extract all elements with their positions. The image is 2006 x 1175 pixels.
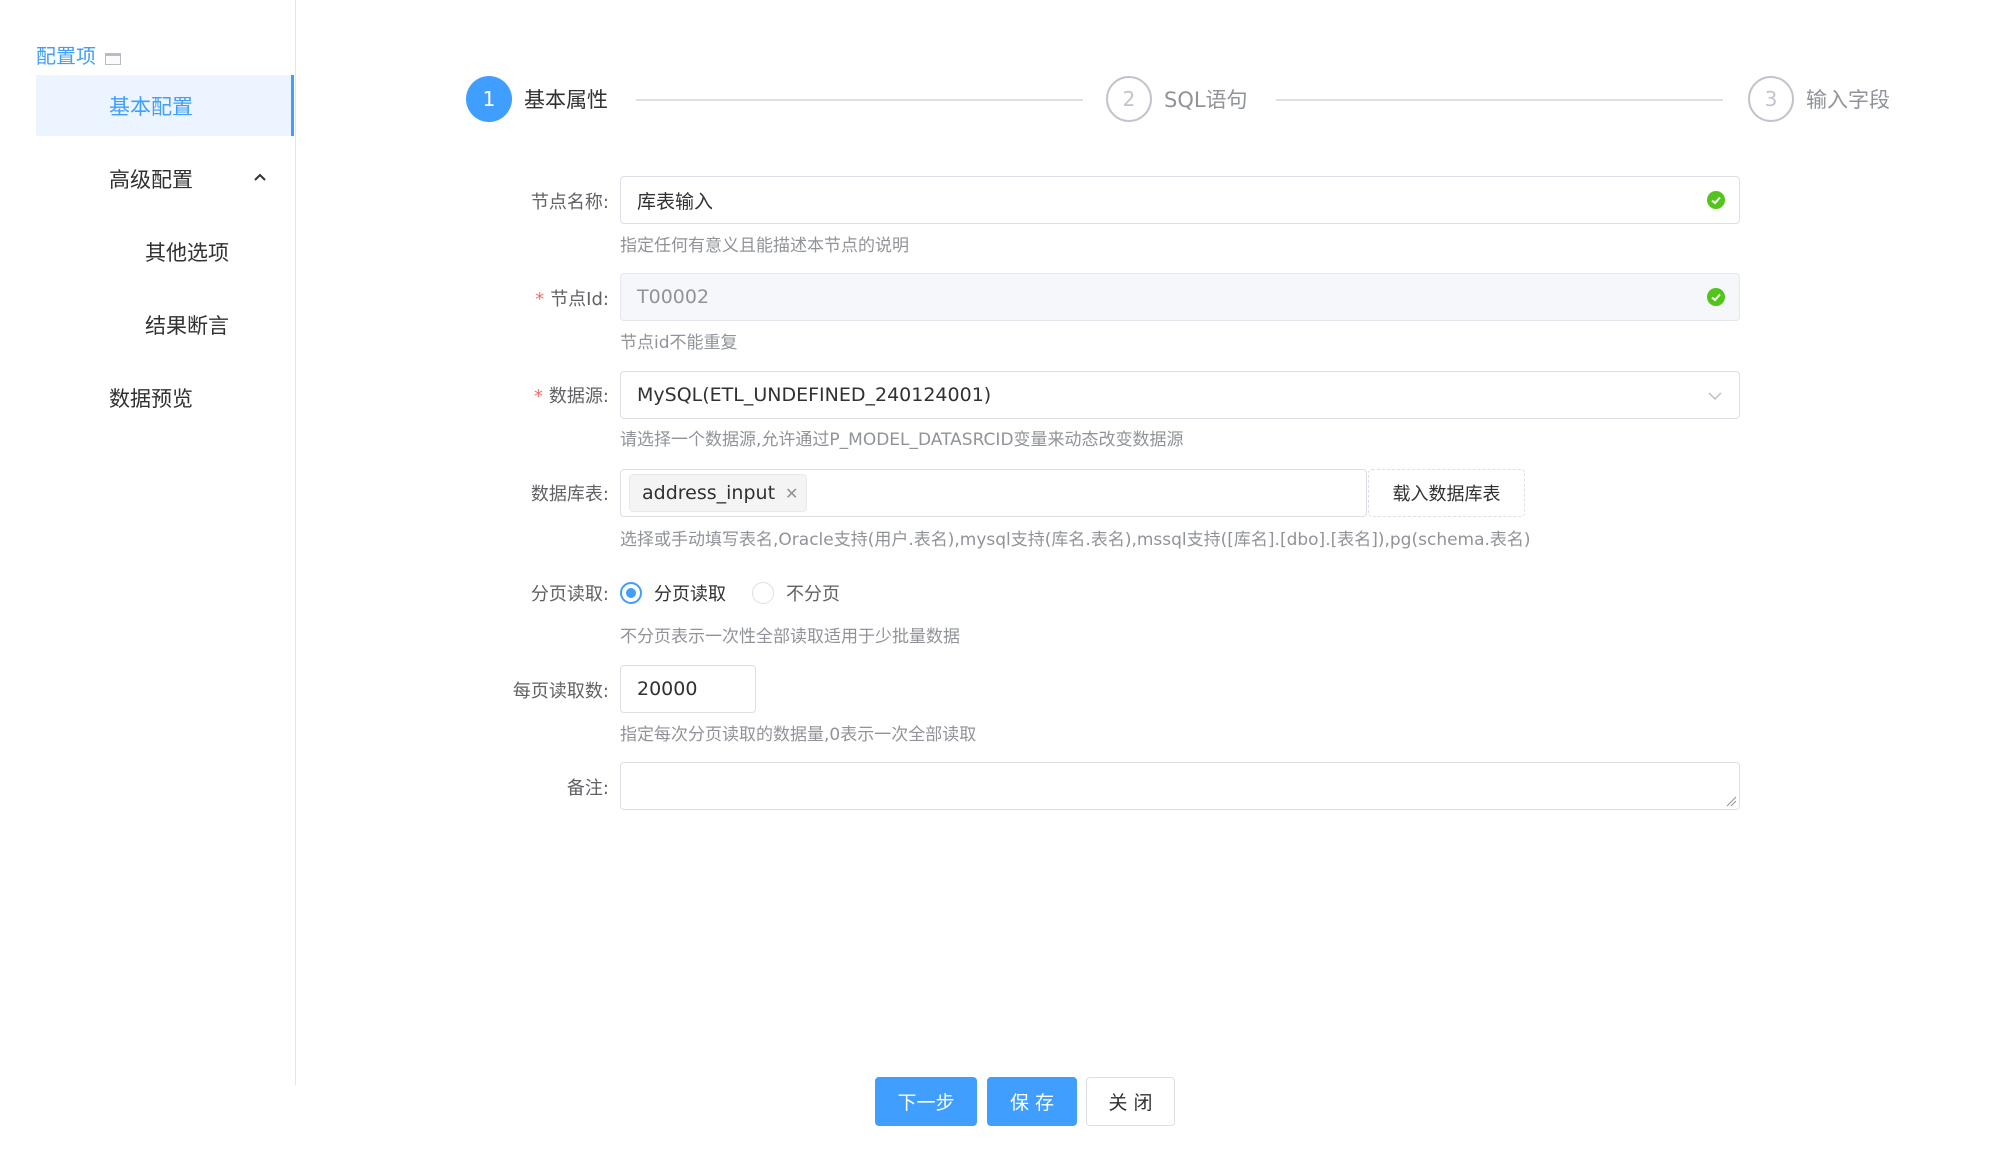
datasource-hint: 请选择一个数据源,允许通过P_MODEL_DATASRCID变量来动态改变数据源: [620, 430, 1184, 450]
datasource-select[interactable]: MySQL(ETL_UNDEFINED_240124001): [620, 371, 1740, 419]
menu-item-label: 数据预览: [109, 386, 193, 411]
required-mark: *: [533, 386, 543, 407]
page-size-input[interactable]: 20000: [620, 665, 756, 713]
step-connector: [1276, 99, 1723, 101]
node-id-hint: 节点id不能重复: [620, 333, 738, 353]
step-title: 输入字段: [1806, 88, 1890, 112]
next-step-button[interactable]: 下一步: [875, 1077, 977, 1126]
success-check-icon: [1707, 288, 1725, 306]
collapse-panel-icon[interactable]: [105, 52, 121, 65]
db-table-hint: 选择或手动填写表名,Oracle支持(用户.表名),mysql支持(库名.表名)…: [620, 530, 1531, 550]
menu-item-label: 其他选项: [145, 240, 229, 265]
load-tables-button[interactable]: 载入数据库表: [1368, 469, 1525, 517]
radio-label: 不分页: [786, 584, 840, 605]
resize-handle-icon[interactable]: [1725, 795, 1737, 807]
radio-no-paging[interactable]: 不分页: [752, 580, 840, 606]
db-table-label: 数据库表:: [530, 484, 609, 505]
menu-item-result-assertion[interactable]: 结果断言: [36, 294, 294, 355]
step-input-fields[interactable]: 3 输入字段: [1748, 76, 1890, 122]
node-id-label: * 节点Id:: [535, 289, 609, 310]
close-icon[interactable]: ✕: [785, 484, 798, 503]
radio-checked-icon: [620, 582, 642, 604]
chevron-down-icon: [1708, 392, 1722, 401]
step-connector: [636, 99, 1083, 101]
table-tag: address_input ✕: [629, 474, 808, 512]
node-id-input: T00002: [620, 273, 1740, 321]
node-name-label: 节点名称:: [530, 192, 609, 213]
radio-unchecked-icon: [752, 582, 774, 604]
menu-item-other-options[interactable]: 其他选项: [36, 221, 294, 282]
config-sidebar: 配置项 基本配置 高级配置 其他选项 结果断言 数据预览: [0, 0, 296, 1085]
menu-item-label: 基本配置: [109, 94, 193, 119]
page-size-label: 每页读取数:: [512, 681, 609, 702]
step-sql-statement[interactable]: 2 SQL语句: [1106, 76, 1248, 122]
menu-item-label: 结果断言: [145, 313, 229, 338]
required-mark: *: [535, 289, 545, 310]
radio-label: 分页读取: [654, 584, 726, 605]
close-button[interactable]: 关 闭: [1086, 1077, 1175, 1126]
table-tag-label: address_input: [642, 482, 776, 504]
menu-item-advanced-config[interactable]: 高级配置: [36, 148, 294, 209]
step-number: 1: [466, 76, 512, 122]
paging-hint: 不分页表示一次性全部读取适用于少批量数据: [620, 627, 960, 647]
node-name-hint: 指定任何有意义且能描述本节点的说明: [620, 236, 909, 256]
node-name-value: 库表输入: [637, 190, 714, 213]
remark-label: 备注:: [566, 778, 609, 799]
success-check-icon: [1707, 191, 1725, 209]
menu-item-data-preview[interactable]: 数据预览: [36, 367, 294, 428]
remark-textarea[interactable]: [620, 762, 1740, 810]
radio-paged-read[interactable]: 分页读取: [620, 580, 726, 606]
step-basic-properties[interactable]: 1 基本属性: [466, 76, 608, 122]
step-title: 基本属性: [524, 88, 608, 112]
node-id-value: T00002: [637, 286, 710, 308]
paging-label: 分页读取:: [530, 584, 609, 605]
sidebar-title: 配置项: [36, 40, 121, 69]
step-title: SQL语句: [1164, 88, 1248, 112]
datasource-label: * 数据源:: [533, 386, 609, 407]
datasource-value: MySQL(ETL_UNDEFINED_240124001): [637, 384, 992, 406]
sidebar-title-label: 配置项: [36, 44, 96, 68]
menu-item-label: 高级配置: [109, 167, 193, 192]
node-name-input[interactable]: 库表输入: [620, 176, 1740, 224]
menu-item-basic-config[interactable]: 基本配置: [36, 75, 294, 136]
page-size-value: 20000: [637, 678, 698, 700]
step-number: 2: [1106, 76, 1152, 122]
db-table-select[interactable]: address_input ✕: [620, 469, 1367, 517]
step-number: 3: [1748, 76, 1794, 122]
chevron-up-icon: [254, 173, 266, 181]
save-button[interactable]: 保 存: [987, 1077, 1077, 1126]
page-size-hint: 指定每次分页读取的数据量,0表示一次全部读取: [620, 725, 977, 745]
